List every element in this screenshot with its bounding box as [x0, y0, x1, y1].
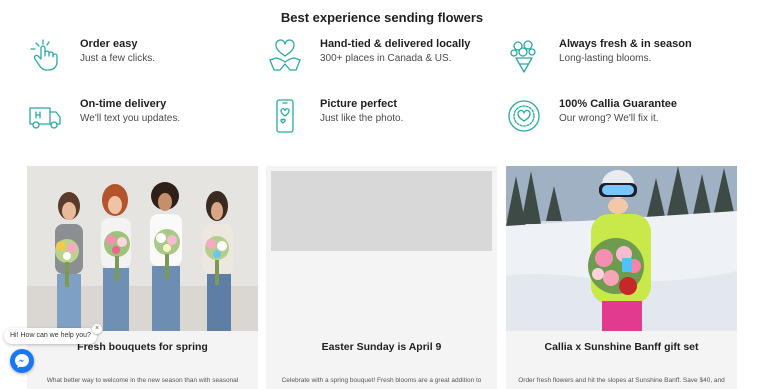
card-callia-sunshine[interactable]: Callia x Sunshine Banff gift set Order f…: [506, 166, 737, 389]
bouquet-icon: [506, 38, 542, 74]
phone-heart-icon: [267, 98, 303, 134]
messenger-chat-button[interactable]: [10, 349, 34, 373]
feature-guarantee: 100% Callia Guarantee Our wrong? We'll f…: [506, 98, 736, 138]
feature-order-easy: Order easy Just a few clicks.: [27, 38, 257, 78]
feature-subtitle: Just like the photo.: [320, 113, 404, 124]
feature-title: Order easy: [80, 38, 138, 50]
feature-title: Hand-tied & delivered locally: [320, 38, 471, 50]
card-description: Celebrate with a spring bouquet! Fresh b…: [281, 377, 482, 384]
feature-title: On-time delivery: [80, 98, 167, 110]
card-image-models-bouquets: [27, 166, 258, 331]
feature-title: 100% Callia Guarantee: [559, 98, 678, 110]
section-title: Best experience sending flowers: [280, 10, 484, 25]
card-image-skier-bouquet: [506, 166, 737, 331]
feature-subtitle: Our wrong? We'll fix it.: [559, 113, 659, 124]
feature-hand-tied: Hand-tied & delivered locally 300+ place…: [267, 38, 497, 78]
chat-close-icon[interactable]: ×: [92, 324, 102, 334]
hands-heart-icon: [267, 38, 303, 74]
feature-subtitle: Just a few clicks.: [80, 53, 156, 64]
guarantee-seal-icon: [506, 98, 542, 134]
card-description: Order fresh flowers and hit the slopes a…: [518, 377, 725, 384]
feature-picture-perfect: Picture perfect Just like the photo.: [267, 98, 497, 138]
feature-subtitle: We'll text you updates.: [80, 113, 181, 124]
click-hand-icon: [27, 38, 63, 74]
delivery-van-icon: [27, 98, 63, 134]
feature-on-time: On-time delivery We'll text you updates.: [27, 98, 257, 138]
feature-always-fresh: Always fresh & in season Long-lasting bl…: [506, 38, 736, 78]
chat-prompt-bubble[interactable]: Hi! How can we help you?: [4, 328, 97, 344]
messenger-icon: [15, 354, 29, 368]
card-title[interactable]: Callia x Sunshine Banff gift set: [506, 341, 737, 353]
card-description: What better way to welcome in the new se…: [46, 377, 239, 384]
feature-subtitle: 300+ places in Canada & US.: [320, 53, 452, 64]
feature-title: Picture perfect: [320, 98, 398, 110]
card-easter-sunday[interactable]: Easter Sunday is April 9 Celebrate with …: [266, 166, 497, 389]
card-title[interactable]: Easter Sunday is April 9: [266, 341, 497, 353]
card-fresh-bouquets[interactable]: Fresh bouquets for spring What better wa…: [27, 166, 258, 389]
card-image-placeholder: [271, 171, 492, 251]
feature-subtitle: Long-lasting blooms.: [559, 53, 652, 64]
feature-title: Always fresh & in season: [559, 38, 692, 50]
